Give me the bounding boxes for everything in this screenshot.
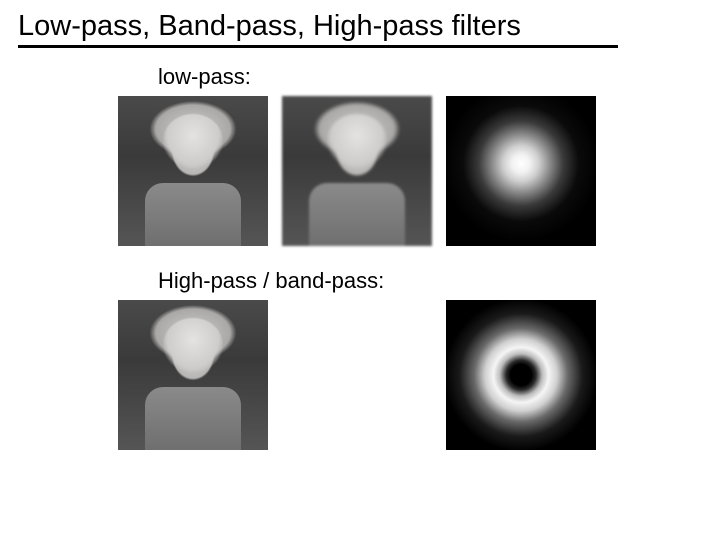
original-portrait [118, 96, 268, 246]
lowpass-section-label: low-pass: [158, 64, 702, 90]
lowpass-result-portrait [282, 96, 432, 246]
original-portrait-2 [118, 300, 268, 450]
lowpass-row [118, 96, 702, 246]
bandpass-frequency-response [446, 300, 596, 450]
lowpass-frequency-response [446, 96, 596, 246]
slide-title: Low-pass, Band-pass, High-pass filters [18, 10, 618, 48]
highpass-row [118, 300, 702, 450]
highpass-section-label: High-pass / band-pass: [158, 268, 702, 294]
highpass-result-portrait [282, 300, 432, 450]
